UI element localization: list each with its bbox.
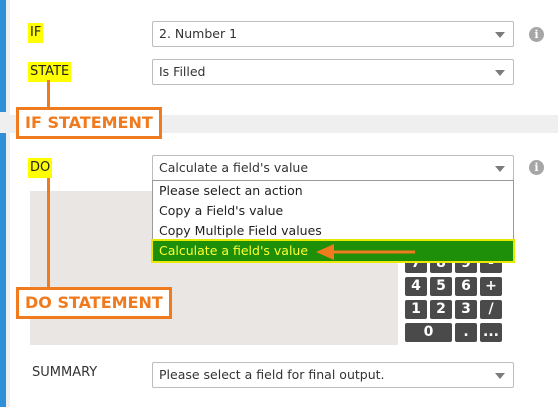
callout-arrow-icon (316, 244, 415, 260)
chevron-down-icon (495, 373, 505, 379)
do-callout-line (47, 178, 50, 288)
summary-select-value: Please select a field for final output. (159, 367, 385, 382)
summary-select[interactable]: Please select a field for final output. (152, 362, 514, 388)
summary-label: SUMMARY (32, 365, 98, 380)
do-statement-callout: DO STATEMENT (16, 287, 172, 319)
